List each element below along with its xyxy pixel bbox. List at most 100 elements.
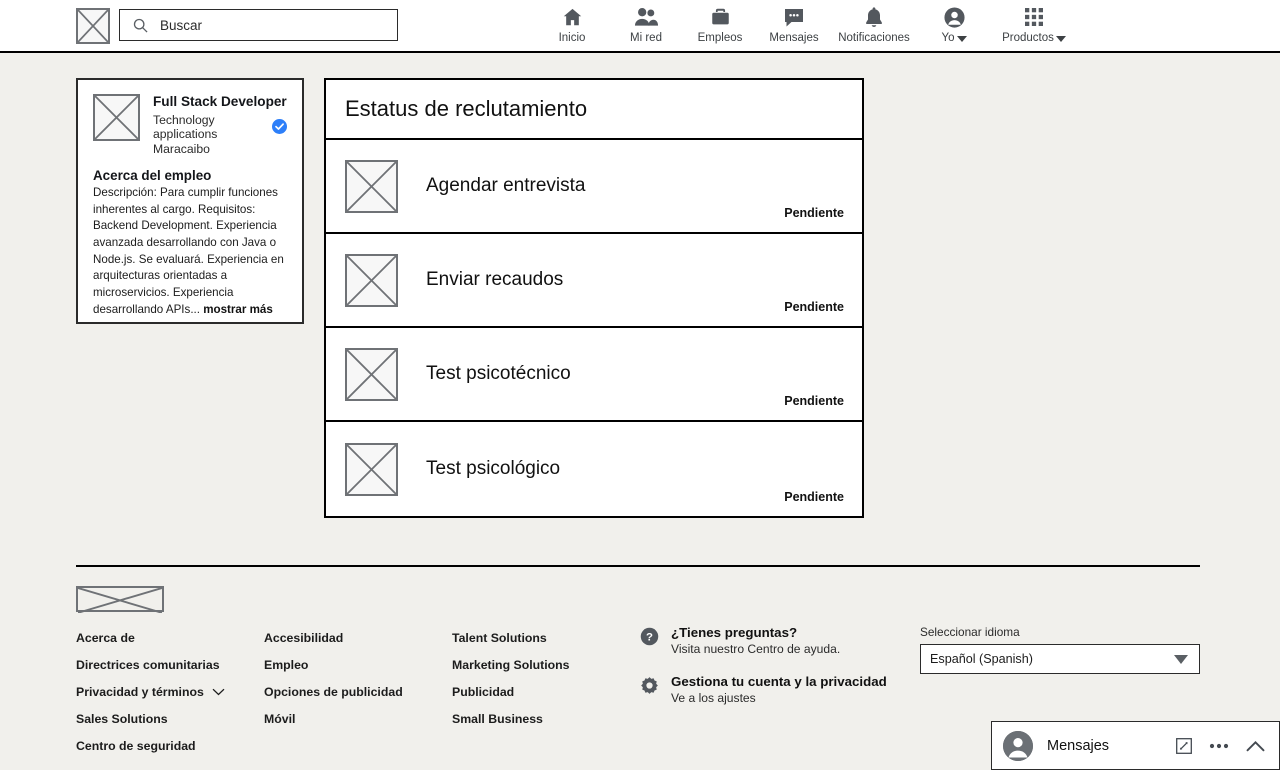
help-questions-title: ¿Tienes preguntas?	[671, 625, 798, 640]
footer-link-opciones-de-publicidad[interactable]: Opciones de publicidad	[264, 685, 403, 699]
status-row-label: Test psicológico	[426, 458, 561, 479]
footer-column-3: Talent Solutions Marketing Solutions Pub…	[452, 631, 570, 739]
footer-link-sales-solutions[interactable]: Sales Solutions	[76, 712, 225, 726]
language-selected-value: Español (Spanish)	[930, 652, 1033, 666]
status-row[interactable]: Test psicológico Pendiente	[326, 422, 862, 516]
search-input[interactable]: Buscar	[160, 18, 202, 33]
step-thumbnail	[345, 159, 398, 213]
footer-link-empleo[interactable]: Empleo	[264, 658, 403, 672]
about-job-heading: Acerca del empleo	[93, 167, 212, 183]
job-detail-card: Full Stack Developer Technology applicat…	[76, 78, 304, 324]
footer-link-privacidad-text: Privacidad y términos	[76, 685, 204, 699]
about-job-text: Descripción: Para cumplir funciones inhe…	[93, 185, 284, 316]
about-job-body: Descripción: Para cumplir funciones inhe…	[93, 185, 287, 319]
svg-text:?: ?	[646, 632, 653, 644]
primary-nav: Inicio Mi red Empleos Mensajes Notificac…	[535, 0, 1077, 52]
image-placeholder-icon	[346, 348, 397, 400]
recruitment-status-panel: Estatus de reclutamiento Agendar entrevi…	[324, 78, 864, 518]
image-placeholder-icon	[346, 254, 397, 306]
nav-item-notificaciones[interactable]: Notificaciones	[831, 0, 917, 44]
nav-item-yo-label: Yo	[941, 32, 967, 44]
search-box[interactable]: Buscar	[119, 9, 398, 41]
job-location: Maracaibo	[153, 141, 210, 156]
footer-link-directrices-comunitarias[interactable]: Directrices comunitarias	[76, 658, 225, 672]
nav-item-notificaciones-label: Notificaciones	[838, 32, 910, 44]
recruitment-status-header: Estatus de reclutamiento	[326, 80, 862, 140]
footer-divider	[76, 565, 1200, 567]
help-account-text: Gestiona tu cuenta y la privacidad Ve a …	[671, 674, 887, 705]
job-company-row: Technology applications	[153, 113, 287, 141]
status-row[interactable]: Enviar recaudos Pendiente	[326, 234, 862, 328]
status-badge: Pendiente	[784, 490, 844, 504]
job-title: Full Stack Developer	[153, 94, 287, 109]
footer-logo-icon	[77, 587, 163, 614]
job-header: Full Stack Developer Technology applicat…	[93, 94, 287, 156]
avatar[interactable]	[1003, 730, 1033, 761]
verified-badge-icon	[272, 119, 287, 135]
help-questions-block[interactable]: ? ¿Tienes preguntas? Visita nuestro Cent…	[640, 625, 887, 656]
status-row-label: Enviar recaudos	[426, 269, 564, 290]
status-badge: Pendiente	[784, 394, 844, 408]
footer-link-privacidad-y-terminos[interactable]: Privacidad y términos	[76, 685, 225, 699]
help-questions-subtitle: Visita nuestro Centro de ayuda.	[671, 642, 841, 656]
account-circle-icon	[943, 5, 966, 29]
nav-item-productos-label: Productos	[1002, 32, 1066, 44]
status-row-label: Agendar entrevista	[426, 175, 586, 196]
people-icon	[634, 5, 659, 29]
chevron-down-icon	[212, 688, 225, 696]
footer-link-acerca-de[interactable]: Acerca de	[76, 631, 225, 645]
image-placeholder-icon	[95, 96, 138, 139]
status-row-label: Test psicotécnico	[426, 363, 571, 384]
language-selector-group: Seleccionar idioma Español (Spanish)	[920, 625, 1200, 674]
chevron-down-icon	[1174, 654, 1188, 664]
app-logo[interactable]	[76, 8, 110, 44]
footer-column-2: Accesibilidad Empleo Opciones de publici…	[264, 631, 403, 739]
footer-link-talent-solutions[interactable]: Talent Solutions	[452, 631, 570, 645]
chevron-up-icon[interactable]	[1246, 740, 1265, 752]
home-icon	[561, 5, 584, 29]
nav-item-mi-red-label: Mi red	[630, 32, 662, 44]
language-selector-label: Seleccionar idioma	[920, 625, 1020, 639]
messaging-widget-title: Mensajes	[1047, 737, 1110, 754]
step-thumbnail	[345, 347, 398, 401]
help-account-block[interactable]: Gestiona tu cuenta y la privacidad Ve a …	[640, 674, 887, 705]
nav-item-productos[interactable]: Productos	[991, 0, 1077, 44]
footer-link-marketing-solutions[interactable]: Marketing Solutions	[452, 658, 570, 672]
status-badge: Pendiente	[784, 206, 844, 220]
messaging-widget[interactable]: Mensajes	[991, 721, 1280, 770]
question-mark-circle-icon: ?	[640, 627, 659, 646]
footer-column-1: Acerca de Directrices comunitarias Priva…	[76, 631, 225, 766]
job-header-text: Full Stack Developer Technology applicat…	[153, 94, 287, 156]
footer-link-movil[interactable]: Móvil	[264, 712, 403, 726]
job-company-name: Technology applications	[153, 112, 218, 141]
footer-link-accesibilidad[interactable]: Accesibilidad	[264, 631, 403, 645]
nav-item-empleos-label: Empleos	[697, 32, 743, 44]
nav-item-mi-red[interactable]: Mi red	[609, 0, 683, 44]
footer-link-publicidad[interactable]: Publicidad	[452, 685, 570, 699]
messaging-widget-actions	[1176, 737, 1265, 754]
overflow-menu-icon[interactable]	[1209, 743, 1229, 749]
nav-item-yo[interactable]: Yo	[917, 0, 991, 44]
help-account-title: Gestiona tu cuenta y la privacidad	[671, 674, 887, 689]
show-more-link[interactable]: mostrar más	[203, 303, 273, 316]
status-badge: Pendiente	[784, 300, 844, 314]
image-placeholder-icon	[346, 160, 397, 212]
status-row[interactable]: Agendar entrevista Pendiente	[326, 140, 862, 234]
nav-item-empleos[interactable]: Empleos	[683, 0, 757, 44]
nav-item-mensajes-label: Mensajes	[769, 32, 819, 44]
footer-help-section: ? ¿Tienes preguntas? Visita nuestro Cent…	[640, 625, 887, 723]
language-select[interactable]: Español (Spanish)	[920, 644, 1200, 674]
gear-icon	[641, 677, 658, 694]
chevron-down-icon	[956, 36, 967, 42]
status-row[interactable]: Test psicotécnico Pendiente	[326, 328, 862, 422]
compose-icon[interactable]	[1176, 737, 1192, 754]
nav-item-productos-text: Productos	[1002, 32, 1054, 44]
footer-link-small-business[interactable]: Small Business	[452, 712, 570, 726]
nav-item-mensajes[interactable]: Mensajes	[757, 0, 831, 44]
panel-title: Estatus de reclutamiento	[345, 96, 588, 121]
help-questions-text: ¿Tienes preguntas? Visita nuestro Centro…	[671, 625, 840, 656]
company-logo-placeholder	[93, 94, 140, 141]
footer-link-centro-de-seguridad[interactable]: Centro de seguridad	[76, 739, 225, 753]
footer-logo[interactable]	[76, 586, 164, 614]
nav-item-inicio[interactable]: Inicio	[535, 0, 609, 44]
